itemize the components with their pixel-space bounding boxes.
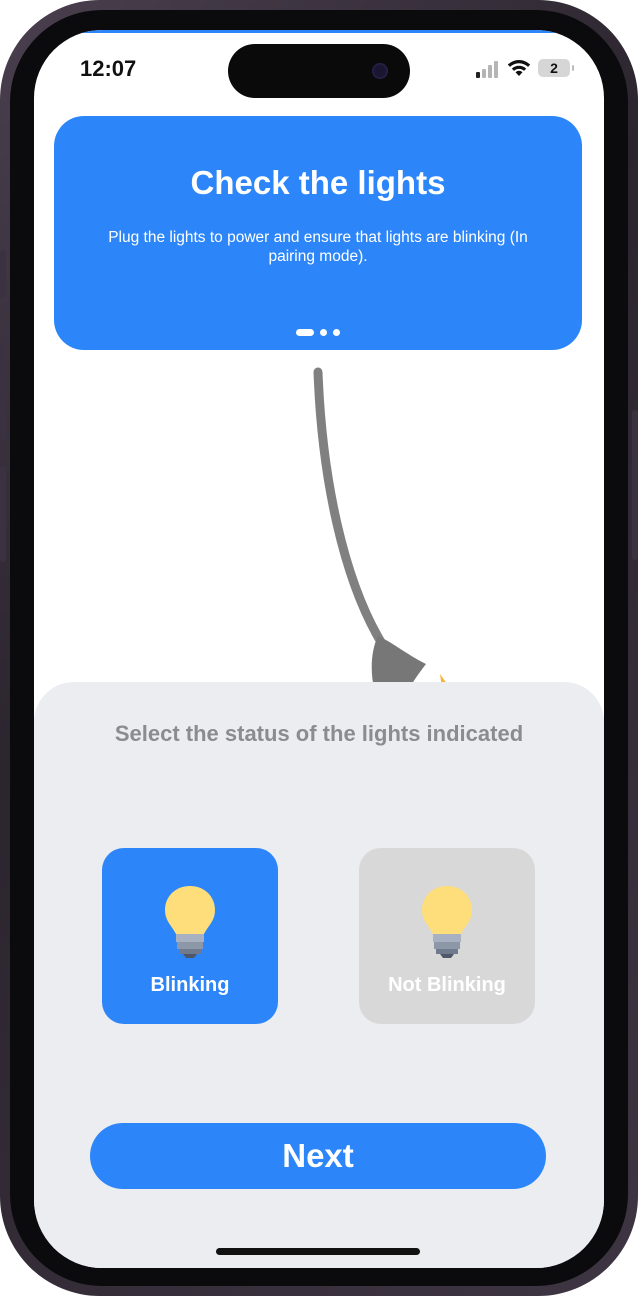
volume-up-button xyxy=(0,344,6,440)
blinking-option[interactable]: Blinking xyxy=(102,848,278,1024)
card-title: Check the lights xyxy=(190,164,446,201)
dynamic-island xyxy=(228,44,410,98)
signal-icon xyxy=(476,60,500,78)
next-button[interactable]: Next xyxy=(90,1123,546,1189)
status-bar: 12:07 2 xyxy=(34,30,604,110)
sheet-title: Select the status of the lights indicate… xyxy=(114,721,524,746)
status-time: 12:07 xyxy=(80,56,137,81)
page-dot-3[interactable] xyxy=(333,329,340,336)
hanging-lamp-illustration xyxy=(313,367,450,690)
wifi-icon xyxy=(507,60,531,76)
status-selection-sheet: Select the status of the lights indicate… xyxy=(34,682,604,1268)
page-dot-2[interactable] xyxy=(320,329,327,336)
onboarding-card[interactable]: Check the lights Plug the lights to powe… xyxy=(54,116,582,350)
page-indicator[interactable] xyxy=(54,329,582,336)
page-dot-1[interactable] xyxy=(296,329,314,336)
front-camera xyxy=(372,63,388,79)
power-button xyxy=(632,410,638,560)
card-description: Plug the lights to power and ensure that… xyxy=(108,229,528,265)
volume-down-button xyxy=(0,466,6,562)
lightbulb-icon xyxy=(422,886,472,958)
lamp-cord xyxy=(313,367,386,647)
battery-icon: 2 xyxy=(538,59,574,77)
not-blinking-label: Not Blinking xyxy=(388,974,506,996)
app-screen: 12:07 2 Check the lights Plug the lights… xyxy=(34,30,604,1268)
action-button xyxy=(0,250,6,298)
blinking-label: Blinking xyxy=(150,974,230,996)
lightbulb-icon xyxy=(165,886,215,958)
not-blinking-option[interactable]: Not Blinking xyxy=(359,848,535,1024)
home-indicator[interactable] xyxy=(216,1248,420,1255)
